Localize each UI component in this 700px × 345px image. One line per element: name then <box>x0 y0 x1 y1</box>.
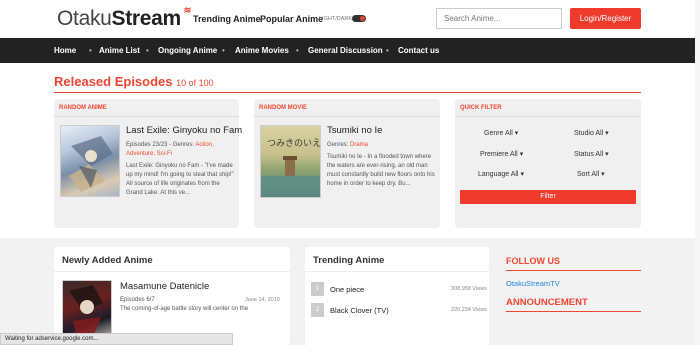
signal-icon: ≋ <box>183 5 192 15</box>
movie-description: Tsumiki no Ie - In a flooded town where … <box>327 154 435 187</box>
newly-added-description: The coming-of-age battle story will cent… <box>120 306 249 312</box>
trending-views: 308,958 Views <box>451 286 487 292</box>
login-register-button[interactable]: Login/Register <box>570 8 641 29</box>
released-episodes-heading: Released Episodes 10 of 100 <box>54 74 214 89</box>
search-input[interactable] <box>436 8 562 29</box>
divider <box>506 311 641 312</box>
trending-views: 220,234 Views <box>451 307 487 313</box>
nav-separator: • <box>296 46 299 55</box>
nav-ongoing-anime[interactable]: Ongoing Anime <box>158 46 217 55</box>
movie-title[interactable]: Tsumiki no Ie <box>327 125 382 136</box>
divider <box>506 270 641 271</box>
svg-text:つみきのいえ: つみきのいえ <box>267 138 320 149</box>
caret-down-icon: ▾ <box>605 130 609 137</box>
divider <box>54 271 290 272</box>
announcement-heading: ANNOUNCEMENT <box>506 297 588 308</box>
main-nav: Home • Anime List • Ongoing Anime • Anim… <box>0 38 700 63</box>
trending-name[interactable]: One piece <box>330 285 364 294</box>
newly-added-box: Newly Added Anime Masamune Datenicle Epi… <box>54 247 290 345</box>
divider <box>305 271 489 272</box>
trending-name[interactable]: Black Clover (TV) <box>330 306 389 315</box>
caret-down-icon: ▾ <box>601 171 605 178</box>
twitter-link[interactable]: OtakuStreamTV <box>506 279 560 288</box>
anime-title[interactable]: Last Exile: Ginyoku no Fam <box>126 125 242 136</box>
box-header: Newly Added Anime <box>62 255 153 266</box>
caret-down-icon: ▾ <box>520 171 524 178</box>
nav-general-discussion[interactable]: General Discussion <box>308 46 383 55</box>
newly-added-art-image <box>69 285 103 337</box>
light-dark-label: LIGHT/DARK <box>319 16 353 22</box>
movie-thumbnail[interactable]: つみきのいえ <box>260 125 321 198</box>
popular-anime-link[interactable]: Popular Anime <box>260 14 323 24</box>
caret-down-icon: ▾ <box>605 151 609 158</box>
divider <box>54 116 239 117</box>
box-header: Trending Anime <box>313 255 385 266</box>
released-count: 10 of 100 <box>176 78 214 88</box>
theme-toggle[interactable] <box>352 15 366 22</box>
anime-description: Last Exile: Ginyoku no Fam - "I've made … <box>126 163 234 196</box>
trending-anime-box: Trending Anime 1 One piece 308,958 Views… <box>305 247 489 345</box>
nav-separator: • <box>146 46 149 55</box>
trending-row[interactable]: 2 Black Clover (TV) 220,234 Views <box>311 303 487 317</box>
rank-badge: 2 <box>311 303 324 317</box>
card-header: RANDOM ANIME <box>59 105 107 111</box>
nav-separator: • <box>89 46 92 55</box>
divider <box>455 116 641 117</box>
nav-separator: • <box>222 46 225 55</box>
toggle-knob <box>360 16 365 21</box>
newly-added-episodes: Episodes 6/7 <box>120 297 155 303</box>
nav-home[interactable]: Home <box>54 46 76 55</box>
sort-dropdown[interactable]: Sort All ▾ <box>577 170 605 178</box>
newly-added-date: June 14, 2019 <box>245 297 280 303</box>
anime-meta: Episodes 23/23 - Genres: Action, Adventu… <box>126 142 214 157</box>
movie-poster-image: つみきのいえ <box>261 138 321 197</box>
anime-thumbnail[interactable] <box>60 125 120 197</box>
anime-art-image <box>69 136 113 192</box>
caret-down-icon: ▾ <box>519 151 524 158</box>
follow-us-heading: FOLLOW US <box>506 256 560 266</box>
browser-status-bar: Waiting for adservice.google.com... <box>0 333 233 345</box>
card-header: QUICK FILTER <box>460 105 502 111</box>
trending-row[interactable]: 1 One piece 308,958 Views <box>311 282 487 296</box>
nav-anime-movies[interactable]: Anime Movies <box>235 46 289 55</box>
nav-contact-us[interactable]: Contact us <box>398 46 439 55</box>
status-dropdown[interactable]: Status All ▾ <box>574 150 609 158</box>
genre-dropdown[interactable]: Genre All ▾ <box>484 129 518 137</box>
top-header: OtakuStream ≋ Trending Anime Popular Ani… <box>0 0 700 38</box>
random-anime-card: RANDOM ANIME Last Exile: Ginyoku no Fam … <box>54 99 242 228</box>
trending-anime-link[interactable]: Trending Anime <box>193 14 261 24</box>
divider <box>254 116 440 117</box>
random-movie-card: RANDOM MOVIE つみきのいえ Tsumiki no Ie Genres… <box>254 99 440 228</box>
scrollbar[interactable] <box>695 0 700 345</box>
newly-added-title[interactable]: Masamune Datenicle <box>120 281 209 292</box>
nav-anime-list[interactable]: Anime List <box>99 46 140 55</box>
quick-filter-card: QUICK FILTER <box>455 99 641 228</box>
nav-separator: • <box>386 46 389 55</box>
site-logo[interactable]: OtakuStream ≋ <box>57 5 191 31</box>
language-dropdown[interactable]: Language All ▾ <box>478 170 524 178</box>
card-header: RANDOM MOVIE <box>259 105 307 111</box>
newly-added-thumbnail[interactable] <box>62 280 112 340</box>
studio-dropdown[interactable]: Studio All ▾ <box>574 129 609 137</box>
movie-meta: Genres: Drama <box>327 142 369 148</box>
filter-button[interactable]: Filter <box>460 190 636 204</box>
rank-badge: 1 <box>311 282 324 296</box>
premiere-dropdown[interactable]: Premiere All ▾ <box>480 150 523 158</box>
caret-down-icon: ▾ <box>514 130 519 137</box>
divider <box>54 92 641 93</box>
